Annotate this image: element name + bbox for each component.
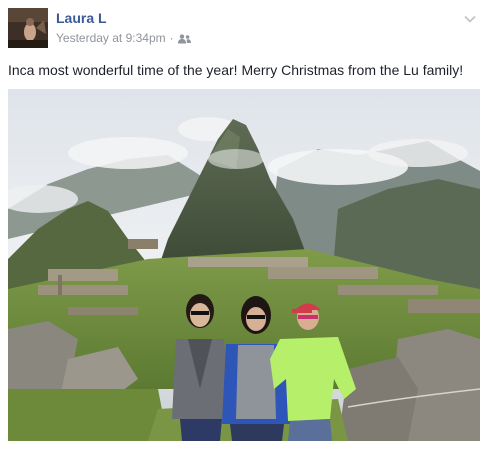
author-name-link[interactable]: Laura L bbox=[56, 10, 107, 26]
feed-post: Laura L Yesterday at 9:34pm · Inca most … bbox=[0, 0, 488, 460]
friends-icon[interactable] bbox=[177, 33, 191, 44]
author-avatar[interactable] bbox=[8, 8, 48, 48]
avatar-image bbox=[8, 8, 48, 48]
chevron-down-icon[interactable] bbox=[464, 10, 476, 23]
post-photo[interactable] bbox=[8, 89, 480, 441]
machu-picchu-photo bbox=[8, 89, 480, 441]
post-meta: Yesterday at 9:34pm · bbox=[56, 31, 191, 45]
meta-separator: · bbox=[169, 31, 174, 45]
post-timestamp[interactable]: Yesterday at 9:34pm bbox=[56, 31, 166, 45]
post-message: Inca most wonderful time of the year! Me… bbox=[8, 62, 464, 78]
